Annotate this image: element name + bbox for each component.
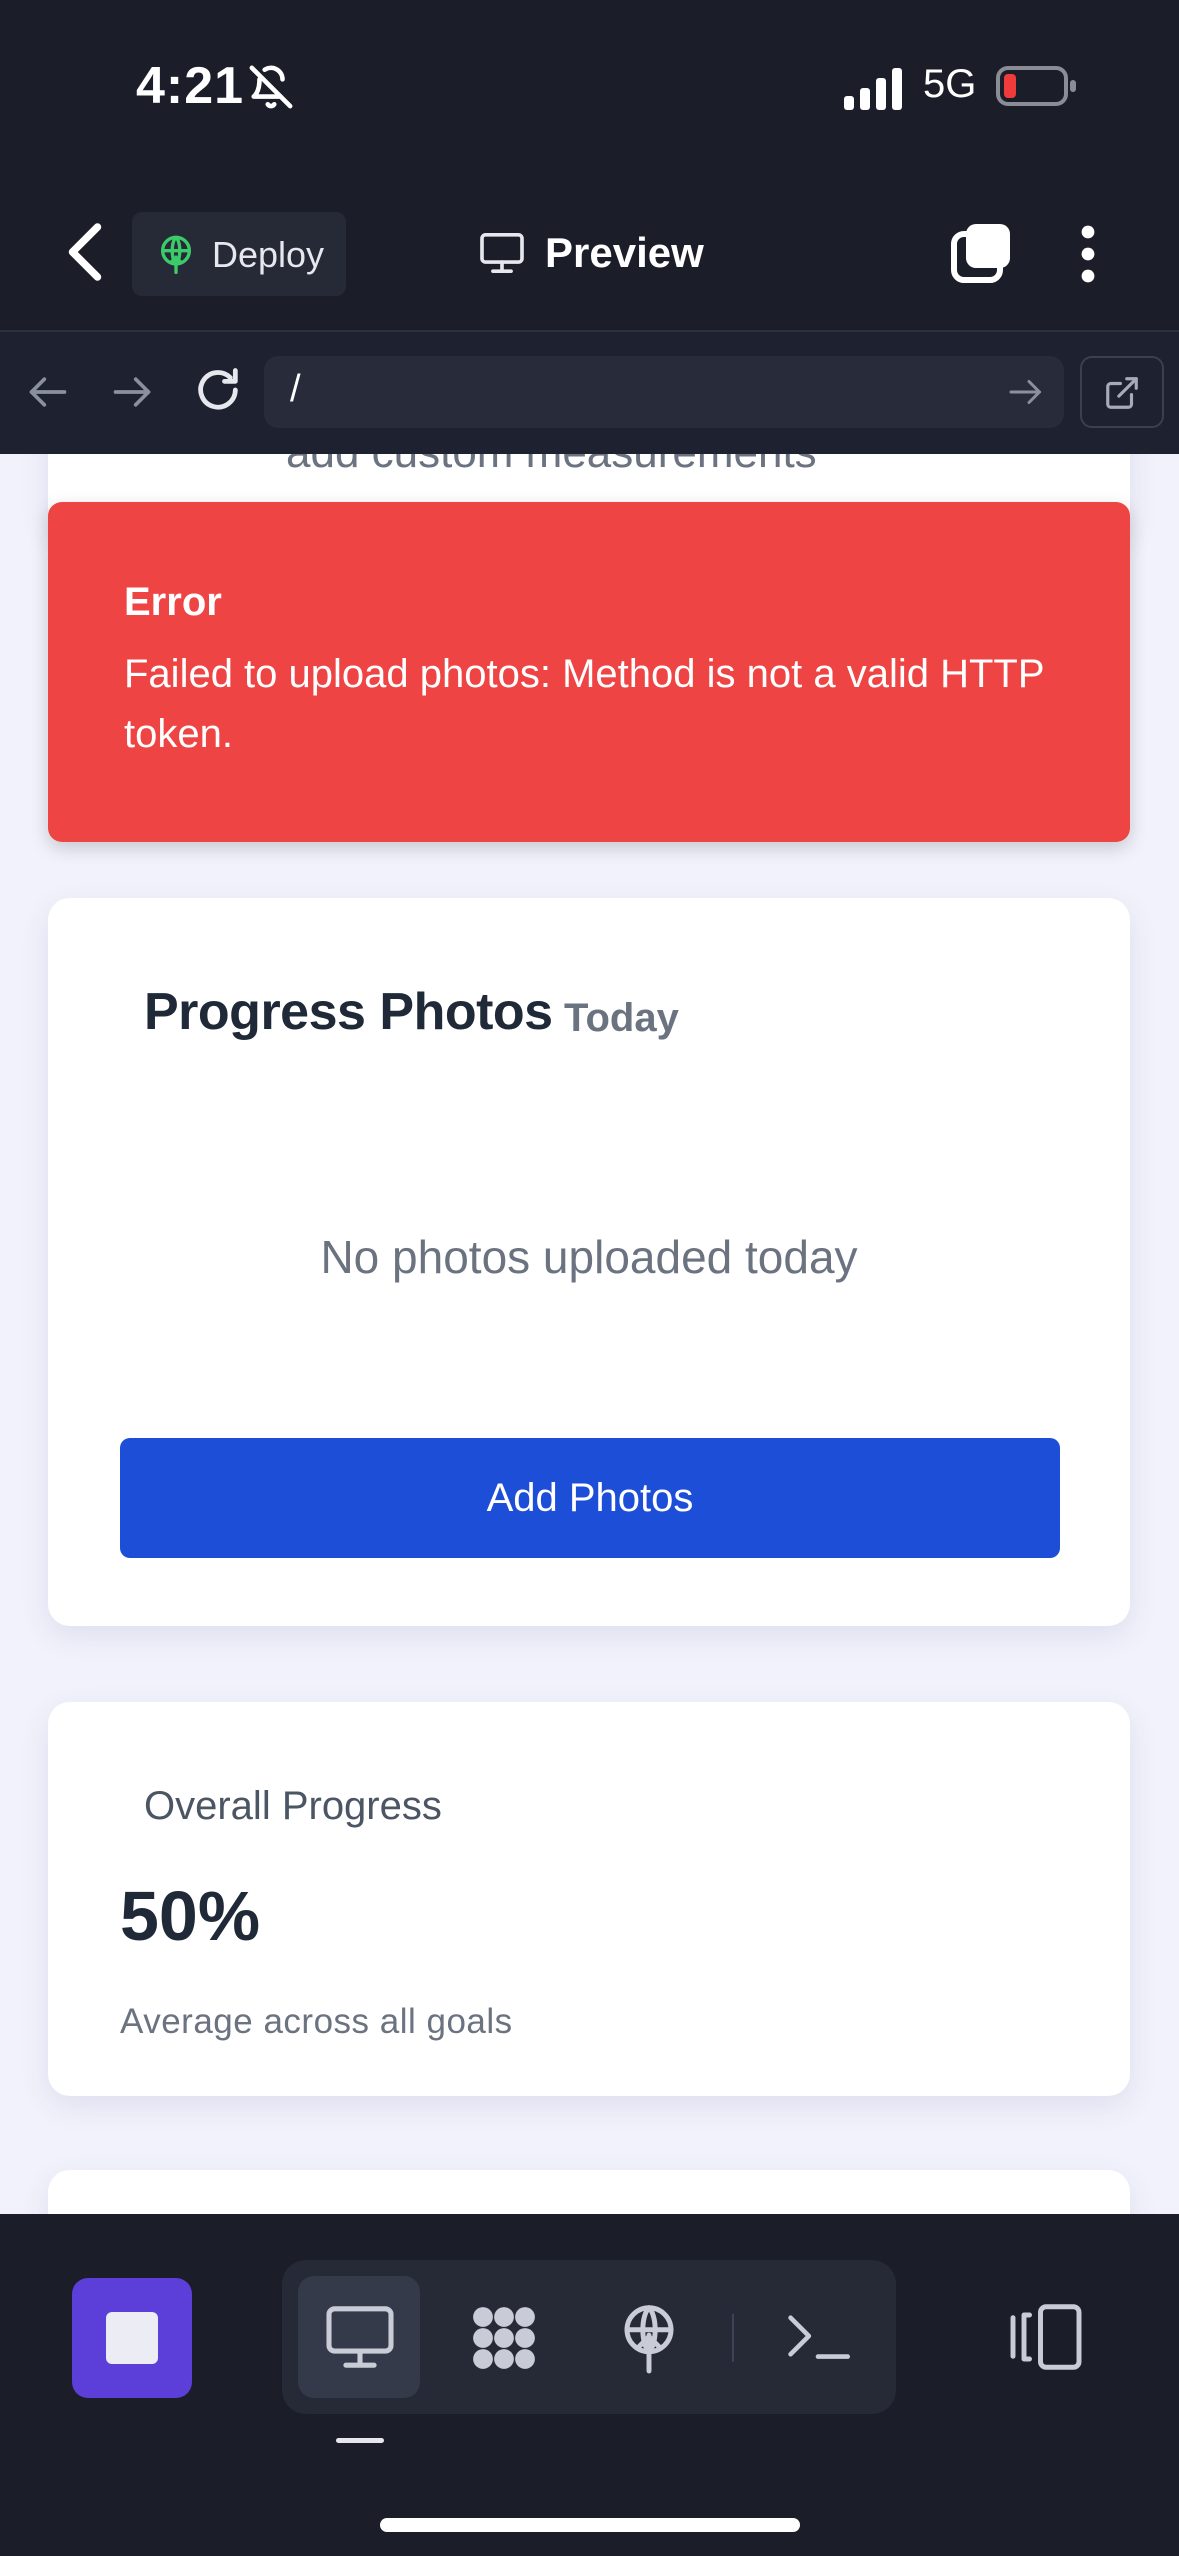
more-vertical-icon[interactable] xyxy=(1070,224,1106,284)
external-link-icon xyxy=(1106,377,1138,409)
grid-icon[interactable] xyxy=(466,2302,542,2374)
deploy-icon[interactable] xyxy=(616,2300,682,2376)
arrow-right-icon[interactable] xyxy=(110,370,154,414)
desktop-icon[interactable] xyxy=(326,2306,394,2368)
add-photos-button[interactable]: Add Photos xyxy=(120,1438,1060,1558)
overall-progress-label: Overall Progress xyxy=(144,1784,442,1828)
go-arrow-icon[interactable] xyxy=(1008,376,1044,408)
overall-progress-caption: Average across all goals xyxy=(120,2002,513,2041)
error-title: Error xyxy=(124,580,222,624)
monitor-icon xyxy=(480,233,524,273)
overall-progress-card: Overall Progress 50% Average across all … xyxy=(48,1702,1130,2096)
tabs-icon[interactable] xyxy=(950,222,1012,284)
active-tab-indicator xyxy=(336,2438,384,2443)
deploy-button[interactable]: Deploy xyxy=(132,212,346,296)
chevron-left-icon[interactable] xyxy=(60,222,110,282)
reload-icon[interactable] xyxy=(192,364,244,416)
error-message: Failed to upload photos: Method is not a… xyxy=(124,652,1044,756)
url-text: / xyxy=(290,368,301,410)
stop-icon xyxy=(106,2312,158,2364)
bell-slash-icon xyxy=(249,65,293,109)
empty-state-text: No photos uploaded today xyxy=(320,1231,858,1283)
terminal-icon[interactable] xyxy=(786,2310,850,2362)
network-type: 5G xyxy=(923,62,977,106)
measurements-text: add custom measurements xyxy=(286,454,817,478)
arrow-left-icon[interactable] xyxy=(26,370,70,414)
progress-photos-title: Progress Photos xyxy=(144,983,553,1041)
layout-icon[interactable] xyxy=(1010,2304,1082,2370)
open-external-button[interactable] xyxy=(1080,356,1164,428)
battery-low-icon xyxy=(996,66,1076,106)
deploy-icon xyxy=(161,235,191,274)
home-indicator[interactable] xyxy=(380,2518,800,2532)
stop-button[interactable] xyxy=(72,2278,192,2398)
progress-photos-card: Progress Photos Today No photos uploaded… xyxy=(48,898,1130,1626)
deploy-label: Deploy xyxy=(212,234,325,275)
url-input[interactable] xyxy=(264,356,1064,428)
overall-progress-value: 50% xyxy=(120,1877,261,1955)
progress-photos-subtitle: Today xyxy=(564,996,679,1040)
error-toast: Error Failed to upload photos: Method is… xyxy=(48,502,1130,842)
preview-label: Preview xyxy=(545,229,704,276)
toolbar-divider xyxy=(732,2314,734,2362)
next-card xyxy=(48,2170,1130,2214)
web-content: add custom measurements Error Failed to … xyxy=(0,454,1179,2214)
status-time: 4:21 xyxy=(136,57,245,115)
signal-icon xyxy=(844,68,902,110)
